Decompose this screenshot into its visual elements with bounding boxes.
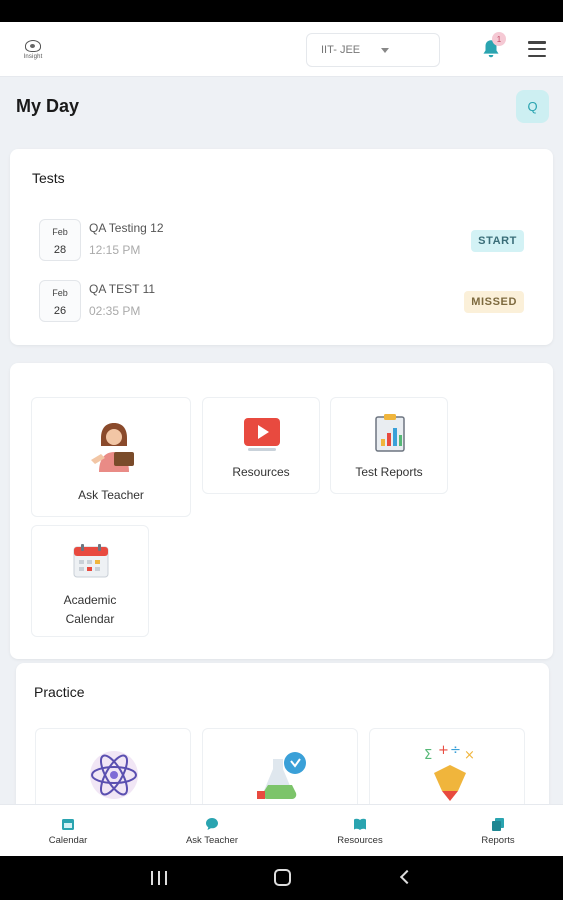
test-missed-badge: MISSED: [464, 291, 524, 313]
math-symbols-icon: Σ + ÷ ×: [424, 743, 475, 801]
test-time: 02:35 PM: [89, 304, 141, 318]
notification-count-badge: 1: [492, 32, 506, 46]
test-date-day: 26: [53, 305, 67, 317]
video-play-icon: [244, 418, 280, 451]
nav-calendar-label: Calendar: [48, 835, 88, 846]
hamburger-menu-icon[interactable]: [528, 41, 546, 57]
svg-text:÷: ÷: [450, 743, 461, 758]
quick-action-button[interactable]: Q: [516, 90, 549, 123]
teacher-icon: [91, 423, 134, 472]
app-logo[interactable]: Insight: [18, 35, 48, 65]
nav-reports-label: Reports: [481, 835, 515, 846]
back-icon[interactable]: [399, 869, 415, 885]
academic-calendar-label-line1: Academic: [63, 593, 117, 607]
tests-card-title: Tests: [32, 170, 65, 186]
course-select-value: IIT- JEE: [321, 44, 361, 56]
resources-label: Resources: [232, 465, 290, 479]
test-reports-label: Test Reports: [355, 465, 423, 479]
test-name: QA Testing 12: [89, 221, 164, 235]
book-icon: [354, 818, 366, 830]
ask-teacher-label: Ask Teacher: [78, 488, 144, 502]
svg-text:Σ: Σ: [424, 748, 432, 763]
test-reports-tile[interactable]: Test Reports: [330, 397, 448, 494]
quick-links-card: Ask Teacher Resources Test Reports Acade…: [10, 363, 553, 659]
test-date-month: Feb: [52, 288, 68, 298]
chevron-down-icon: [381, 48, 389, 53]
practice-card: Practice Σ + ÷ ×: [16, 663, 549, 823]
nav-resources-label: Resources: [337, 835, 383, 846]
app-header: Insight IIT- JEE 1: [0, 22, 563, 77]
svg-text:+: +: [438, 743, 449, 758]
ask-teacher-tile[interactable]: Ask Teacher: [31, 397, 191, 517]
chat-bubble-icon: [206, 818, 218, 830]
test-row[interactable]: Feb 28 QA Testing 12 12:15 PM START: [39, 219, 524, 263]
recent-apps-icon[interactable]: [151, 871, 167, 885]
test-name: QA TEST 11: [89, 282, 156, 296]
flask-icon: [257, 752, 306, 799]
clipboard-chart-icon: [375, 414, 405, 452]
course-select[interactable]: IIT- JEE: [306, 33, 440, 67]
reports-icon: [492, 818, 504, 831]
logo-text: Insight: [23, 54, 43, 60]
home-icon[interactable]: [274, 869, 291, 886]
resources-tile[interactable]: Resources: [202, 397, 320, 494]
atom-icon: [90, 751, 138, 799]
practice-card-title: Practice: [34, 684, 85, 700]
bottom-navigation: Calendar Ask Teacher Resources Reports: [0, 804, 563, 856]
system-status-bar: [0, 0, 563, 22]
test-date-day: 28: [53, 244, 67, 256]
nav-reports[interactable]: Reports: [458, 805, 538, 857]
academic-calendar-label-line2: Calendar: [65, 612, 115, 626]
system-navigation-bar: [0, 856, 563, 900]
tests-card: Tests Feb 28 QA Testing 12 12:15 PM STAR…: [10, 149, 553, 345]
calendar-icon: [73, 544, 109, 578]
owl-logo-icon: [25, 40, 41, 52]
test-time: 12:15 PM: [89, 243, 141, 257]
nav-ask-teacher[interactable]: Ask Teacher: [172, 805, 252, 857]
academic-calendar-tile[interactable]: Academic Calendar: [31, 525, 149, 637]
test-date-month: Feb: [52, 227, 68, 237]
test-row[interactable]: Feb 26 QA TEST 11 02:35 PM MISSED: [39, 280, 524, 324]
svg-text:×: ×: [464, 748, 475, 763]
calendar-nav-icon: [62, 819, 74, 830]
nav-resources[interactable]: Resources: [320, 805, 400, 857]
test-date-box: Feb 28: [39, 219, 81, 261]
test-date-box: Feb 26: [39, 280, 81, 322]
nav-calendar[interactable]: Calendar: [28, 805, 108, 857]
nav-ask-teacher-label: Ask Teacher: [185, 835, 239, 846]
page-title: My Day: [16, 96, 80, 116]
test-start-button[interactable]: START: [471, 230, 524, 252]
